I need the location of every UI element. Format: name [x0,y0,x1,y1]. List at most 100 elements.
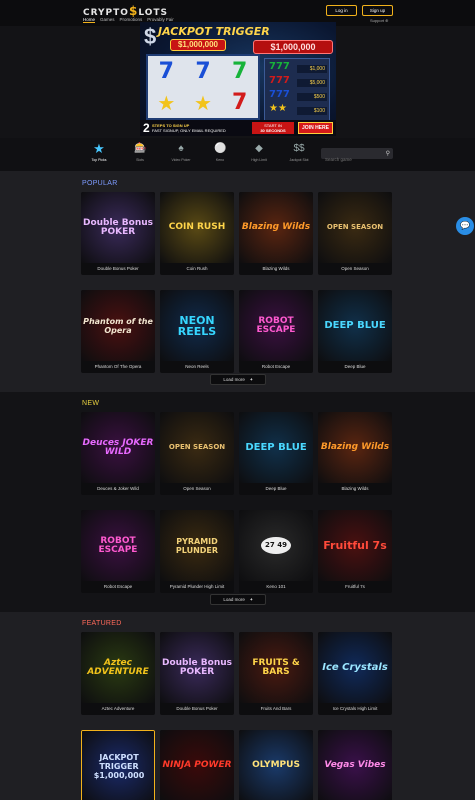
game-card[interactable]: ROBOT ESCAPE Robot Escape [81,510,155,593]
popular-section: POPULAR Double Bonus POKER Double Bonus … [0,171,475,392]
game-card[interactable]: ROBOT ESCAPE Robot Escape [239,290,313,373]
keno-icon: ⚪ [214,143,227,154]
steps-number: 2 [143,121,150,135]
support-link[interactable]: Support ⊕ [370,18,389,23]
join-here-button[interactable]: JOIN HERE [298,122,333,134]
game-card[interactable]: Deuces JOKER WILD Deuces & Joker Wild [81,412,155,495]
signup-button[interactable]: Sign up [362,5,393,16]
section-title: NEW [82,400,100,407]
banner-title: JACKPOT TRIGGER [158,25,270,38]
category-high-limit[interactable]: ◆ High Limit [241,143,277,162]
seven-icon: 777 [269,89,290,100]
site-logo[interactable]: CRYPTO$LOTS [83,4,168,18]
game-card[interactable]: Phantom of the Opera Phantom Of The Oper… [81,290,155,373]
game-art: OLYMPUS [239,730,313,800]
seven-icon: 7 [195,59,211,84]
game-card[interactable]: OPEN SEASON Open Season [318,192,392,275]
mini-pay: $500 [297,93,327,101]
game-card[interactable]: ♛ OLYMPUS [239,730,313,800]
search-icon[interactable]: ⚲ [386,150,390,157]
banner-jackpot-amount-secondary: $1,000,000 [253,40,333,54]
game-card[interactable]: ♛ Ice Crystals Ice Crystals High Limit [318,632,392,715]
mini-slot-graphic: 777 777 777 ★★ $1,000 $5,000 $500 $100 [264,58,330,122]
game-card[interactable]: DEEP BLUE Deep Blue [239,412,313,495]
signup-strip: 2 STEPS TO SIGN UP FAST SIGNUP, ONLY EMAI… [140,120,336,136]
seven-icon: 777 [269,61,290,72]
category-top-picks[interactable]: ★ Top Picks [81,142,117,162]
game-name: Open Season [183,486,211,491]
game-art: NINJA POWER [160,730,234,800]
game-art: PYRAMID PLUNDER [160,510,234,581]
game-art: Blazing Wilds [239,192,313,263]
game-grid: Aztec ADVENTURE Aztec Adventure Double B… [81,632,392,800]
game-card[interactable]: FRUITS & BARS Fruits And Bars [239,632,313,715]
category-video-poker[interactable]: ♠ Video Poker [163,143,199,162]
search-input[interactable] [321,154,381,165]
game-art: Double Bonus POKER [81,192,155,263]
seven-icon: 777 [269,75,290,86]
promo-banner[interactable]: $ JACKPOT TRIGGER $1,000,000 $1,000,000 … [140,22,336,136]
game-name: Phantom Of The Opera [94,364,142,369]
nav-games[interactable]: Games [100,17,115,23]
game-name: Ice Crystals High Limit [332,706,378,711]
game-card[interactable]: NEON REELS Neon Reels [160,290,234,373]
game-card[interactable]: Aztec ADVENTURE Aztec Adventure [81,632,155,715]
nav-promotions[interactable]: Promotions [120,17,143,23]
game-card[interactable]: 27 49 Keno 101 [239,510,313,593]
game-card[interactable]: ♛ PYRAMID PLUNDER Pyramid Plunder High L… [160,510,234,593]
game-card[interactable]: OPEN SEASON Open Season [160,412,234,495]
login-button[interactable]: Log in [326,5,357,16]
game-card[interactable]: ♛ Vegas Vibes [318,730,392,800]
game-art: OPEN SEASON [160,412,234,483]
game-art: DEEP BLUE [239,412,313,483]
game-art: Double Bonus POKER [160,632,234,703]
game-card[interactable]: ♛ JACKPOT TRIGGER $1,000,000 [81,730,155,800]
game-card[interactable]: Double Bonus POKER Double Bonus Poker [160,632,234,715]
game-art: Ice Crystals [318,632,392,703]
seven-icon: 7 [158,59,174,84]
game-card[interactable]: Blazing Wilds Blazing Wilds [318,412,392,495]
plus-icon: + [249,377,253,382]
game-name: Double Bonus Poker [176,706,218,711]
seven-icon: 7 [232,90,248,115]
game-art: Aztec ADVENTURE [81,632,155,703]
star-icon: ★ [194,90,212,115]
seven-icon: 7 [232,59,248,84]
game-card[interactable]: Fruitful 7s Fruitful 7s [318,510,392,593]
game-name: Robot Escape [261,364,291,369]
chat-icon[interactable]: 💬 [456,217,474,235]
game-name: Coin Rush [186,266,208,271]
mini-pay: $1,000 [297,65,327,73]
search-box: ⚲ [321,148,393,165]
category-jackpot-slot[interactable]: $$ Jackpot Slot [281,143,317,162]
game-art: NEON REELS [160,290,234,361]
category-keno[interactable]: ⚪ Keno [202,143,238,162]
nav-home[interactable]: Home [83,17,96,23]
game-grid: Deuces JOKER WILD Deuces & Joker Wild OP… [81,412,392,593]
section-title: FEATURED [82,620,122,627]
game-card[interactable]: DEEP BLUE Deep Blue [318,290,392,373]
game-card[interactable]: Blazing Wilds Blazing Wilds [239,192,313,275]
game-name: Deuces & Joker Wild [97,486,139,491]
game-name: Fruits And Bars [260,706,292,711]
game-name: Open Season [341,266,369,271]
game-card[interactable]: Double Bonus POKER Double Bonus Poker [81,192,155,275]
load-more-button[interactable]: Load more + [210,374,266,385]
support-icon: ⊕ [385,18,389,23]
game-art: OPEN SEASON [318,192,392,263]
category-slots[interactable]: 🎰 Slots [122,143,158,162]
star-icon: ★ [157,90,176,115]
game-name: Neon Reels [185,364,209,369]
game-name: Blazing Wilds [341,486,369,491]
game-card[interactable]: COIN RUSH Coin Rush [160,192,234,275]
game-art: ROBOT ESCAPE [239,290,313,361]
section-title: POPULAR [82,180,118,187]
game-art: DEEP BLUE [318,290,392,361]
load-more-button[interactable]: Load more + [210,594,266,605]
slot-reels-graphic: 7 7 7 ★ ★ 7 [146,54,260,120]
mini-pay: $100 [297,107,327,115]
slots-icon: 🎰 [134,143,147,154]
plus-icon: + [249,597,253,602]
game-card[interactable]: NINJA POWER [160,730,234,800]
category-bar: ★ Top Picks 🎰 Slots ♠ Video Poker ⚪ Keno… [0,138,475,171]
